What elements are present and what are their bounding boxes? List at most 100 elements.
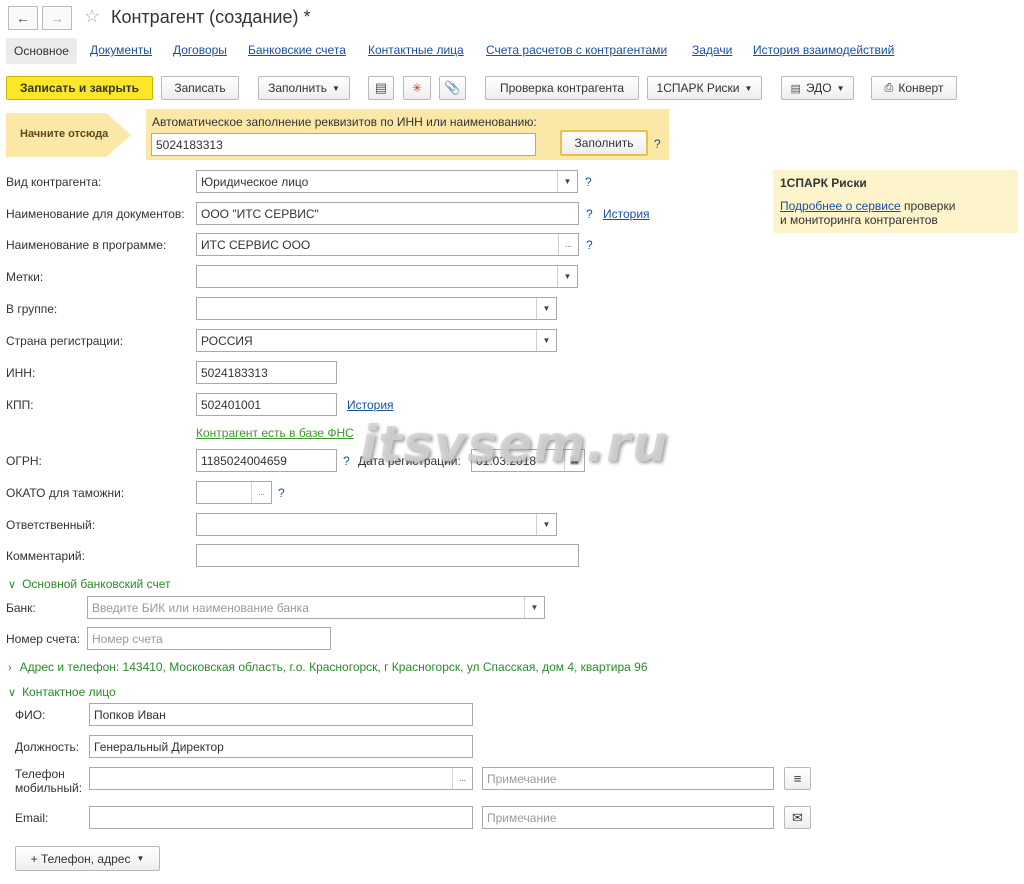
doc-name-help[interactable]: ?: [586, 207, 593, 221]
save-button[interactable]: Записать: [161, 76, 239, 100]
kpp-label: КПП:: [6, 398, 34, 412]
tab-settlement-accounts[interactable]: Счета расчетов с контрагентами: [486, 43, 667, 57]
autofill-panel: Автоматическое заполнение реквизитов по …: [146, 109, 669, 160]
prog-name-input[interactable]: ИТС СЕРВИС ООО...: [196, 233, 579, 256]
tags-select[interactable]: ▼: [196, 265, 578, 288]
responsible-label: Ответственный:: [6, 518, 96, 532]
fill-label: Заполнить: [268, 81, 327, 95]
autofill-input[interactable]: 5024183313: [151, 133, 536, 156]
dropdown-arrow-icon: ▼: [136, 854, 145, 863]
dropdown-arrow-icon: ▼: [332, 83, 340, 93]
doc-name-history-link[interactable]: История: [603, 207, 650, 221]
fns-link[interactable]: Контрагент есть в базе ФНС: [196, 426, 354, 440]
doc-name-label: Наименование для документов:: [6, 207, 185, 221]
okato-help[interactable]: ?: [278, 486, 285, 500]
email-label: Email:: [15, 811, 49, 825]
dropdown-arrow-icon: ▼: [836, 83, 845, 93]
comment-input[interactable]: [196, 544, 579, 567]
ellipsis-icon[interactable]: ...: [558, 234, 578, 255]
check-counterparty-button[interactable]: Проверка контрагента: [485, 76, 639, 100]
structure-button[interactable]: ✳: [403, 76, 431, 100]
add-phone-address-label: + Телефон, адрес: [30, 851, 131, 866]
spark-title: 1СПАРК Риски: [780, 176, 867, 190]
country-select[interactable]: РОССИЯ▼⧉: [196, 329, 557, 352]
structure-icon: ✳: [411, 81, 423, 95]
kpp-input[interactable]: 502401001: [196, 393, 337, 416]
printer-icon: ⎙: [884, 81, 894, 94]
add-phone-address-button[interactable]: + Телефон, адрес ▼: [15, 846, 160, 871]
email-input[interactable]: [89, 806, 473, 829]
bank-input[interactable]: Введите БИК или наименование банка▼⧉: [87, 596, 545, 619]
tab-contracts[interactable]: Договоры: [173, 43, 227, 57]
email-send-button[interactable]: ✉: [784, 806, 811, 829]
edo-dropdown-button[interactable]: ▤ ЭДО ▼: [781, 76, 854, 100]
country-label: Страна регистрации:: [6, 334, 124, 348]
autofill-fill-button[interactable]: Заполнить: [560, 130, 648, 156]
bank-section-title: Основной банковский счет: [22, 577, 171, 591]
tab-tasks[interactable]: Задачи: [692, 43, 732, 57]
chevron-down-icon: ∨: [8, 687, 17, 699]
spark-more-link[interactable]: Подробнее о сервисе: [780, 199, 901, 213]
kind-help[interactable]: ?: [585, 175, 592, 189]
tags-label: Метки:: [6, 270, 44, 284]
country-value: РОССИЯ: [201, 333, 253, 348]
responsible-select[interactable]: ▼⧉: [196, 513, 557, 536]
inn-input[interactable]: 5024183313: [196, 361, 337, 384]
phone-input[interactable]: ...: [89, 767, 473, 790]
doc-name-input[interactable]: ООО "ИТС СЕРВИС": [196, 202, 579, 225]
contact-section-toggle[interactable]: ∨ Контактное лицо: [8, 685, 116, 699]
back-button[interactable]: ←: [8, 6, 38, 30]
spark-text1: проверки: [900, 199, 956, 213]
ellipsis-icon[interactable]: ...: [251, 482, 271, 503]
ogrn-help[interactable]: ?: [343, 454, 350, 468]
bank-section-toggle[interactable]: ∨ Основной банковский счет: [8, 577, 171, 591]
tab-interaction-history[interactable]: История взаимодействий: [753, 43, 894, 57]
report-button[interactable]: ▤: [368, 76, 394, 100]
tab-main[interactable]: Основное: [6, 38, 77, 64]
account-input[interactable]: Номер счета: [87, 627, 331, 650]
okato-input[interactable]: ...: [196, 481, 272, 504]
phone-label-line1: Телефон: [15, 767, 65, 781]
phone-note-input[interactable]: Примечание: [482, 767, 774, 790]
email-note-input[interactable]: Примечание: [482, 806, 774, 829]
spark-text2: и мониторинга контрагентов: [780, 213, 938, 227]
prog-name-label: Наименование в программе:: [6, 238, 167, 252]
ogrn-input[interactable]: 1185024004659: [196, 449, 337, 472]
inn-label: ИНН:: [6, 366, 36, 380]
tab-bank-accounts[interactable]: Банковские счета: [248, 43, 346, 57]
prog-name-value: ИТС СЕРВИС ООО: [201, 237, 311, 252]
position-label: Должность:: [15, 740, 80, 754]
position-input[interactable]: Генеральный Директор: [89, 735, 473, 758]
prog-name-help[interactable]: ?: [586, 238, 593, 252]
kpp-history-link[interactable]: История: [347, 398, 394, 412]
fio-input[interactable]: Попков Иван: [89, 703, 473, 726]
forward-button[interactable]: →: [42, 6, 72, 30]
start-hint-text: Начните отсюда: [20, 128, 109, 140]
address-section-toggle[interactable]: › Адрес и телефон: 143410, Московская обл…: [8, 660, 648, 674]
envelope-icon: ✉: [792, 809, 803, 825]
comment-label: Комментарий:: [6, 549, 85, 563]
chevron-down-icon: ∨: [8, 579, 17, 591]
kind-label: Вид контрагента:: [6, 175, 102, 189]
ellipsis-icon[interactable]: ...: [452, 768, 472, 789]
reg-date-label: Дата регистрации:: [358, 454, 461, 468]
chevron-right-icon: ›: [8, 662, 12, 674]
star-icon[interactable]: ☆: [84, 6, 100, 27]
bank-placeholder: Введите БИК или наименование банка: [92, 600, 309, 615]
fill-dropdown-button[interactable]: Заполнить ▼: [258, 76, 350, 100]
envelope-button[interactable]: ⎙ Конверт: [871, 76, 957, 100]
group-select[interactable]: ▼⧉: [196, 297, 557, 320]
spark-panel: 1СПАРК Риски Подробнее о сервисе проверк…: [773, 170, 1018, 233]
envelope-label: Конверт: [898, 81, 944, 95]
calendar-icon[interactable]: ▦: [564, 450, 584, 471]
attach-button[interactable]: 📎: [439, 76, 466, 100]
reg-date-input[interactable]: 01.03.2018 ▦: [471, 449, 585, 472]
tab-contact-persons[interactable]: Контактные лица: [368, 43, 464, 57]
kind-select[interactable]: Юридическое лицо ▼: [196, 170, 578, 193]
tab-documents[interactable]: Документы: [90, 43, 152, 57]
spark-dropdown-button[interactable]: 1СПАРК Риски ▼: [647, 76, 762, 100]
autofill-help[interactable]: ?: [654, 137, 661, 151]
phone-comment-button[interactable]: ≡: [784, 767, 811, 790]
contact-section-title: Контактное лицо: [22, 685, 116, 699]
save-close-button[interactable]: Записать и закрыть: [6, 76, 153, 100]
